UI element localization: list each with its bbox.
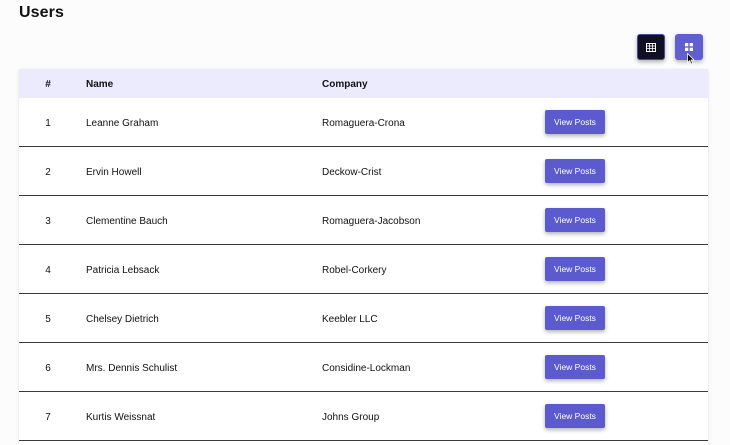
view-posts-button[interactable]: View Posts	[545, 404, 605, 428]
view-posts-button[interactable]: View Posts	[545, 159, 605, 183]
table-row: 4 Patricia Lebsack Robel-Corkery View Po…	[19, 245, 708, 294]
table-row: 6 Mrs. Dennis Schulist Considine-Lockman…	[19, 343, 708, 392]
mouse-cursor-icon	[687, 53, 695, 65]
view-posts-button[interactable]: View Posts	[545, 110, 605, 134]
table-row: 1 Leanne Graham Romaguera-Crona View Pos…	[19, 98, 708, 147]
user-name: Ervin Howell	[86, 167, 142, 178]
users-table: # Name Company 1 Leanne Graham Romaguera…	[19, 69, 708, 445]
column-header-company: Company	[322, 79, 368, 90]
user-id: 6	[45, 363, 51, 374]
user-id: 1	[45, 118, 51, 129]
view-posts-button[interactable]: View Posts	[545, 306, 605, 330]
grid-icon	[685, 43, 693, 51]
table-header-row: # Name Company	[19, 69, 708, 98]
table-icon	[646, 42, 656, 52]
user-name: Clementine Bauch	[86, 216, 168, 227]
column-header-name: Name	[86, 79, 114, 90]
user-name: Mrs. Dennis Schulist	[86, 363, 178, 374]
user-company: Romaguera-Jacobson	[322, 216, 421, 227]
user-company: Romaguera-Crona	[322, 118, 405, 129]
view-posts-button[interactable]: View Posts	[545, 208, 605, 232]
user-company: Considine-Lockman	[322, 363, 411, 374]
table-view-button[interactable]	[637, 34, 665, 60]
view-posts-button[interactable]: View Posts	[545, 355, 605, 379]
page-title: Users	[19, 4, 64, 21]
table-row: 5 Chelsey Dietrich Keebler LLC View Post…	[19, 294, 708, 343]
user-company: Keebler LLC	[322, 314, 378, 325]
user-id: 5	[45, 314, 51, 325]
column-header-number: #	[45, 79, 51, 90]
user-id: 3	[45, 216, 51, 227]
user-name: Chelsey Dietrich	[86, 314, 159, 325]
table-row: 3 Clementine Bauch Romaguera-Jacobson Vi…	[19, 196, 708, 245]
user-company: Deckow-Crist	[322, 167, 382, 178]
view-posts-button[interactable]: View Posts	[545, 257, 605, 281]
user-id: 4	[45, 265, 51, 276]
table-row: 2 Ervin Howell Deckow-Crist View Posts	[19, 147, 708, 196]
user-company: Johns Group	[322, 412, 380, 423]
table-row: 7 Kurtis Weissnat Johns Group View Posts	[19, 392, 708, 441]
user-id: 7	[45, 412, 51, 423]
user-name: Leanne Graham	[86, 118, 159, 129]
user-name: Patricia Lebsack	[86, 265, 160, 276]
user-company: Robel-Corkery	[322, 265, 387, 276]
user-name: Kurtis Weissnat	[86, 412, 156, 423]
user-id: 2	[45, 167, 51, 178]
